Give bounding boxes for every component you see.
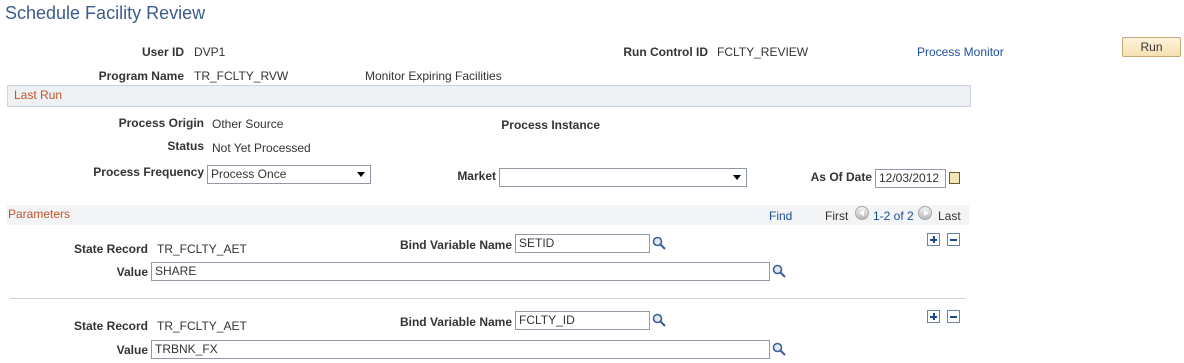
magnifier-icon[interactable]	[772, 264, 786, 278]
first-label: First	[825, 209, 849, 223]
plus-icon[interactable]	[927, 310, 940, 323]
right-arrow-icon[interactable]	[918, 206, 932, 220]
process-monitor-link[interactable]: Process Monitor	[917, 45, 1004, 59]
program-description: Monitor Expiring Facilities	[365, 69, 502, 83]
run-button[interactable]: Run	[1122, 37, 1181, 57]
minus-icon[interactable]	[947, 233, 960, 246]
process-origin-value: Other Source	[212, 117, 284, 131]
left-arrow-icon[interactable]	[855, 206, 869, 220]
range-link[interactable]: 1-2 of 2	[873, 209, 914, 223]
last-label: Last	[938, 209, 961, 223]
state-record-label: State Record	[73, 242, 148, 256]
last-run-section-bar	[7, 85, 971, 107]
process-origin-label: Process Origin	[118, 116, 204, 130]
value-input[interactable]: SHARE	[151, 262, 770, 281]
find-link[interactable]: Find	[769, 209, 792, 223]
state-record-value: TR_FCLTY_AET	[157, 319, 247, 333]
status-label: Status	[167, 139, 204, 153]
run-control-label: Run Control ID	[623, 45, 708, 59]
plus-icon[interactable]	[927, 233, 940, 246]
bind-variable-label: Bind Variable Name	[399, 238, 512, 252]
last-run-title: Last Run	[14, 88, 63, 102]
as-of-date-input[interactable]: 12/03/2012	[875, 169, 946, 188]
value-input[interactable]: TRBNK_FX	[151, 340, 770, 359]
status-value: Not Yet Processed	[212, 141, 311, 155]
minus-icon[interactable]	[947, 310, 960, 323]
magnifier-icon[interactable]	[652, 236, 666, 250]
state-record-value: TR_FCLTY_AET	[157, 242, 247, 256]
market-dropdown[interactable]	[499, 168, 747, 187]
value-label: Value	[116, 265, 148, 279]
magnifier-icon[interactable]	[652, 313, 666, 327]
page-title: Schedule Facility Review	[5, 3, 206, 23]
user-id-value: DVP1	[194, 45, 226, 59]
bind-variable-input[interactable]: SETID	[515, 234, 650, 253]
chevron-down-icon	[733, 175, 741, 180]
user-id-label: User ID	[141, 45, 184, 59]
bind-variable-label: Bind Variable Name	[399, 315, 512, 329]
parameters-title: Parameters	[8, 207, 71, 221]
program-name-value: TR_FCLTY_RVW	[194, 69, 289, 83]
calendar-icon[interactable]	[949, 172, 960, 184]
value-label: Value	[116, 343, 148, 357]
bind-variable-input[interactable]: FCLTY_ID	[515, 311, 650, 330]
state-record-label: State Record	[73, 319, 148, 333]
program-name-label: Program Name	[98, 69, 184, 83]
chevron-down-icon	[357, 172, 365, 177]
row-separator	[10, 298, 965, 299]
process-frequency-value: Process Once	[211, 167, 287, 181]
process-instance-label: Process Instance	[501, 118, 600, 132]
market-label: Market	[457, 169, 496, 183]
process-frequency-label: Process Frequency	[93, 165, 204, 179]
run-control-value: FCLTY_REVIEW	[717, 45, 809, 59]
magnifier-icon[interactable]	[772, 342, 786, 356]
as-of-date-label: As Of Date	[810, 170, 872, 184]
process-frequency-dropdown[interactable]: Process Once	[207, 165, 371, 184]
